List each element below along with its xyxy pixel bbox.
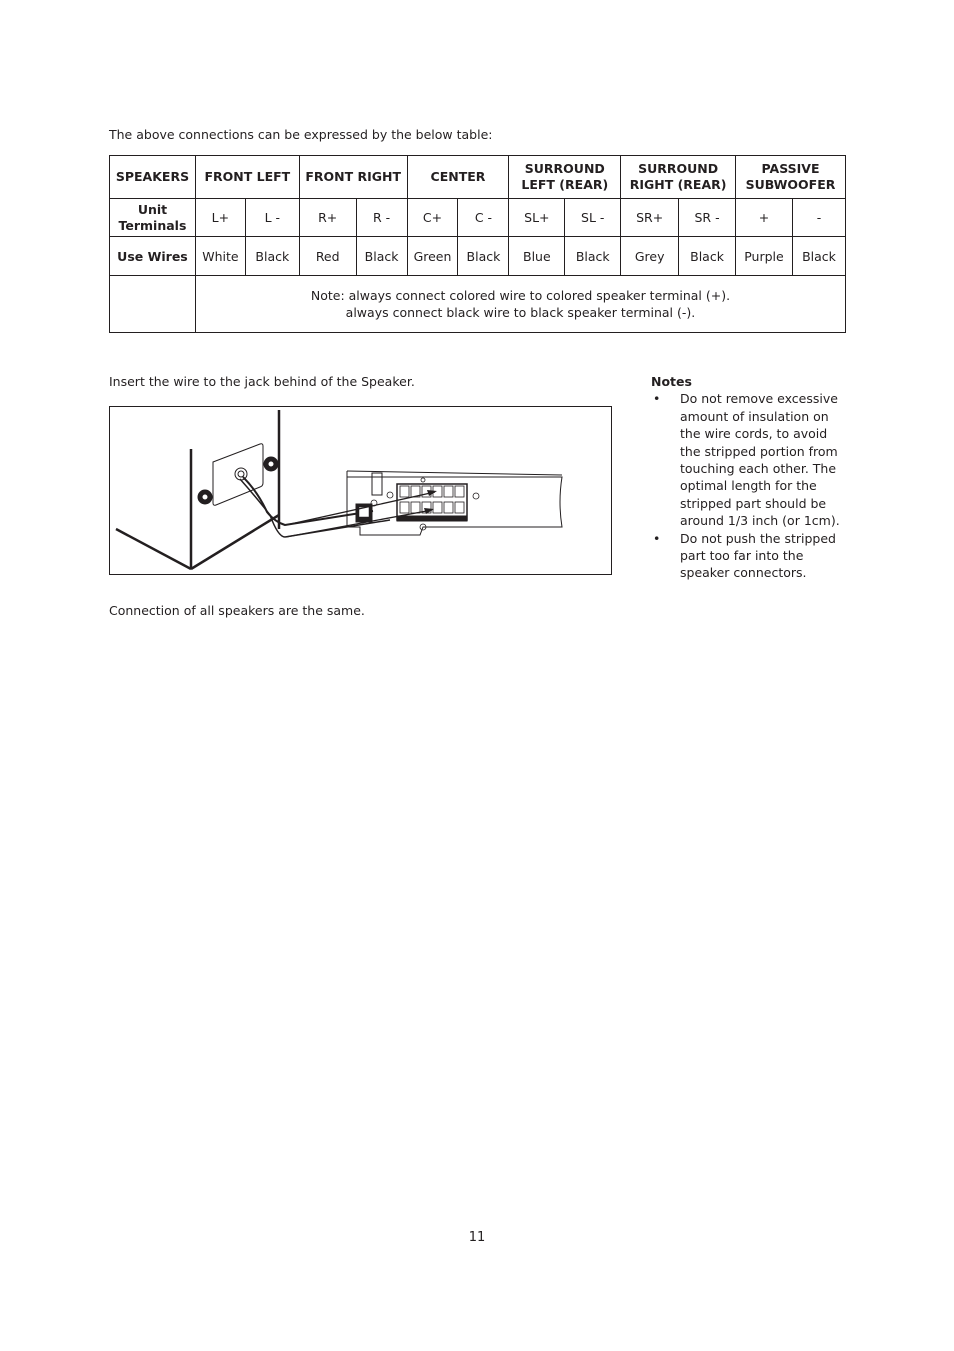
table-row-note: Note: always connect colored wire to col… [109,275,847,333]
wire-cell: Black [791,236,847,276]
wire-cell: Black [244,236,300,276]
header-surround-left: SURROUND LEFT (REAR) [508,155,622,199]
terminal-cell: C - [457,198,510,237]
note-cell: Note: always connect colored wire to col… [194,275,847,333]
header-center: CENTER [406,155,510,199]
wires-label: Use Wires [109,236,196,276]
notes-item: • Do not remove excessive amount of insul… [653,391,840,529]
wiring-illustration [115,410,563,571]
bullet-icon: • [653,530,661,546]
wire-cell: White [194,236,246,276]
connection-note: Connection of all speakers are the same. [109,603,365,618]
wire-cell: Black [457,236,510,276]
screw-icon [420,477,426,483]
terminal-cell: L - [244,198,300,237]
terminal-cell: R+ [298,198,357,237]
wiring-diagram [109,406,612,575]
header-front-left: FRONT LEFT [194,155,300,199]
terminal-cell: + [735,198,793,237]
speaker-connection-table: SPEAKERS FRONT LEFT FRONT RIGHT CENTER S… [109,155,847,333]
terminals-label: Unit Terminals [109,198,196,237]
notes-list: • Do not remove excessive amount of insul… [651,390,851,581]
wire-cell: Grey [620,236,680,276]
header-passive-subwoofer: PASSIVE SUBWOOFER [735,155,846,199]
speaker-edge [190,513,280,571]
wire-cell: Black [355,236,408,276]
terminal-cell: L+ [194,198,246,237]
terminal-cell: C+ [406,198,459,237]
unit-bracket [371,472,383,496]
intro-text: The above connections can be expressed b… [109,127,493,142]
header-speakers: SPEAKERS [109,155,196,199]
terminal-cell: SR - [678,198,736,237]
terminal-cell: SR+ [620,198,680,237]
wire-cell: Green [406,236,459,276]
screw-icon [386,491,394,499]
wire-cell: Black [678,236,736,276]
bullet-icon: • [653,391,661,407]
wire-cell: Blue [508,236,566,276]
notes-item: • Do not push the stripped part too far i… [653,530,836,581]
table-row-wires: Use Wires White Black Red Black Green Bl… [109,236,847,276]
terminal-cell: SL+ [508,198,566,237]
table-header-row: SPEAKERS FRONT LEFT FRONT RIGHT CENTER S… [109,155,846,199]
note-empty-cell [109,275,196,333]
insert-instruction: Insert the wire to the jack behind of th… [109,374,415,389]
terminal-cell: R - [355,198,408,237]
terminal-cell: - [791,198,847,237]
page-number: 11 [468,1230,486,1245]
notes-section: Notes • Do not remove excessive amount of… [651,373,851,582]
speaker-edge [115,527,192,571]
notes-title: Notes [651,374,692,389]
screw-icon [472,492,480,500]
header-surround-right: SURROUND RIGHT (REAR) [620,155,736,199]
wire-cell: Red [298,236,357,276]
wire-cell: Black [564,236,622,276]
header-front-right: FRONT RIGHT [298,155,408,199]
table-row-terminals: Unit Terminals L+ L - R+ R - C+ C - SL+ S… [109,198,847,237]
terminal-cell: SL - [564,198,622,237]
wire-cell: Purple [735,236,793,276]
